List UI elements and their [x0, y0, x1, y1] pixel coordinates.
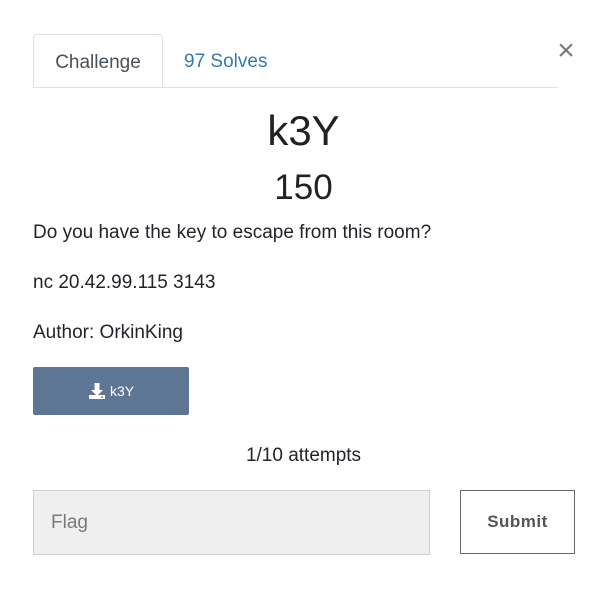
connection-info: nc 20.42.99.115 3143: [33, 272, 216, 293]
tab-solves[interactable]: 97 Solves: [184, 34, 267, 86]
download-file-label: k3Y: [109, 383, 135, 399]
submit-button[interactable]: Submit: [460, 490, 575, 554]
download-file-button[interactable]: k3Y: [33, 367, 189, 415]
challenge-description: Do you have the key to escape from this …: [33, 222, 432, 243]
download-icon: [88, 383, 105, 399]
challenge-tabs: Challenge 97 Solves: [33, 34, 558, 88]
challenge-author: Author: OrkinKing: [33, 322, 183, 343]
flag-input[interactable]: [33, 490, 430, 555]
challenge-name: k3Y: [267, 107, 340, 154]
close-icon[interactable]: ×: [555, 36, 577, 66]
attempts-counter: 1/10 attempts: [245, 445, 362, 466]
challenge-value: 150: [274, 168, 333, 207]
tab-challenge[interactable]: Challenge: [33, 34, 163, 87]
